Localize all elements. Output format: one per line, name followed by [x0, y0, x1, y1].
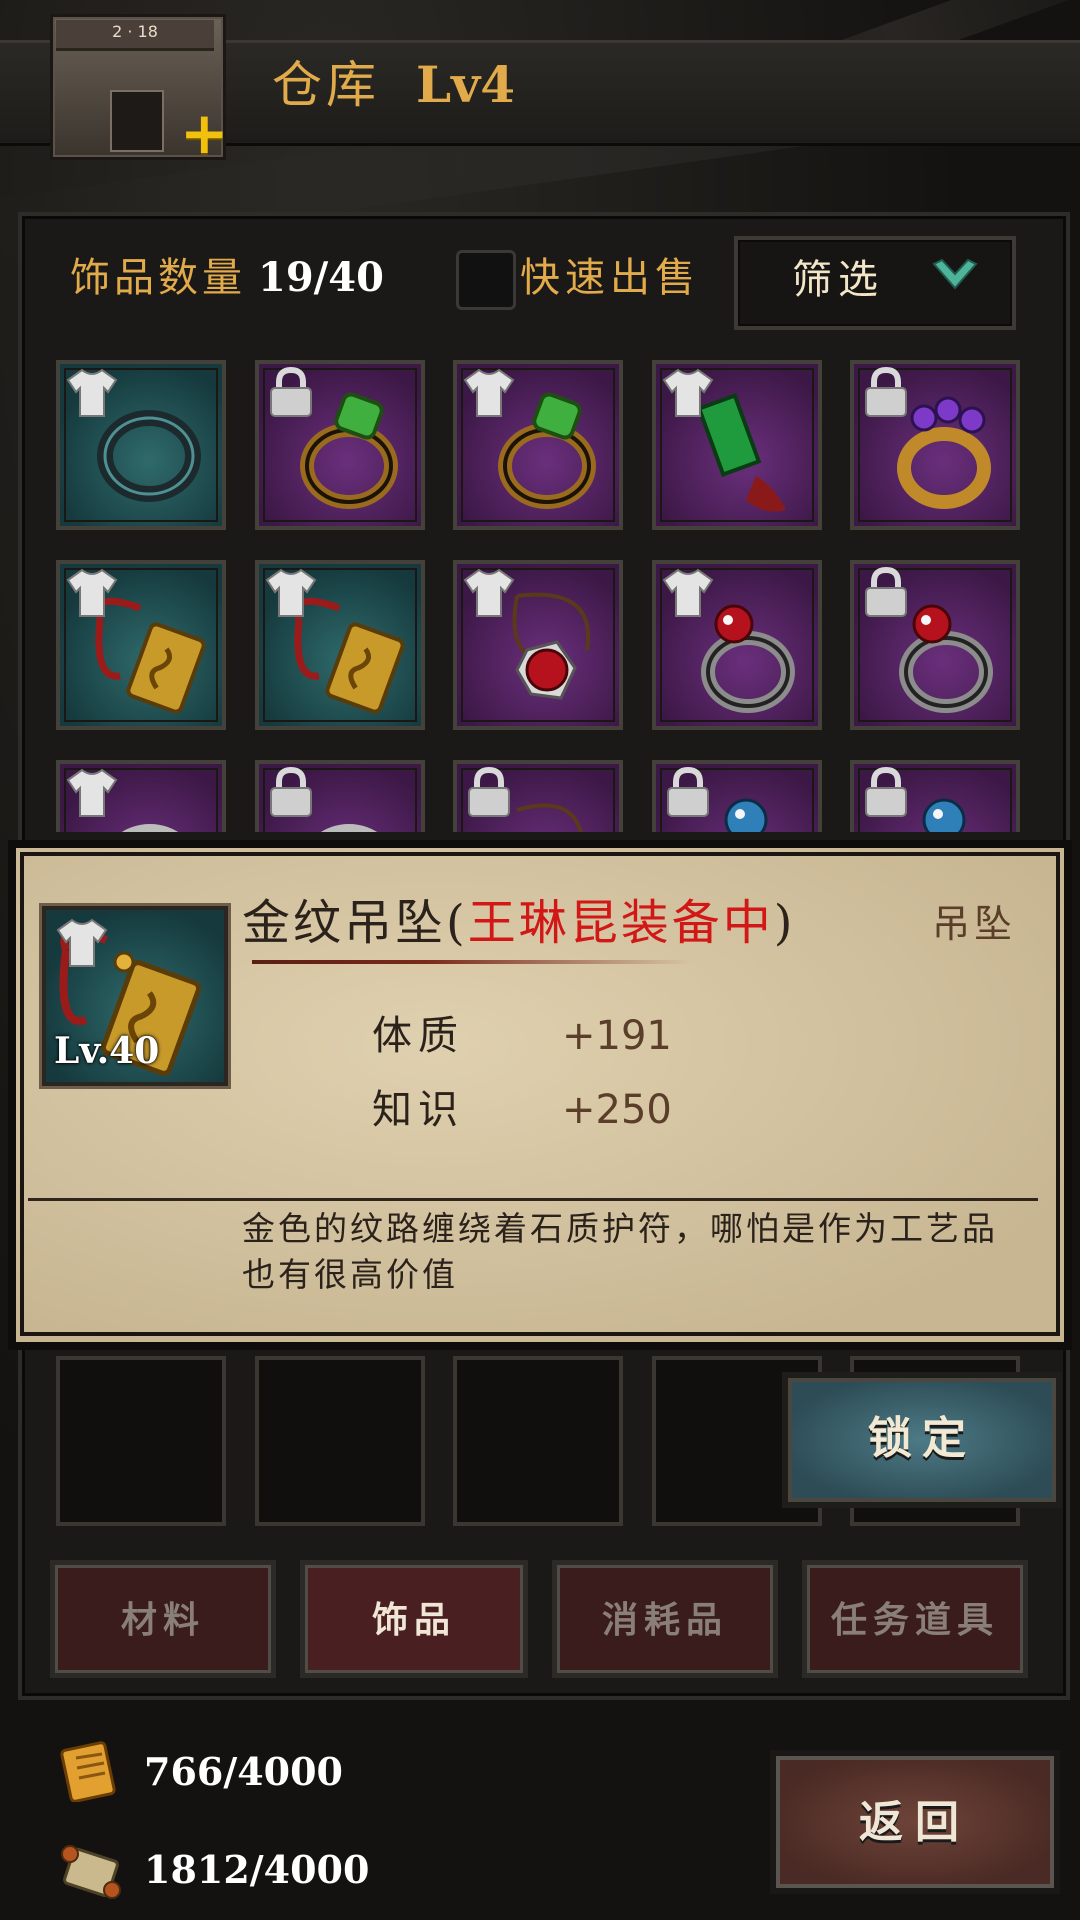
- item-name-text: 金纹吊坠: [242, 895, 447, 951]
- description-divider: [28, 1198, 1038, 1201]
- item-slot[interactable]: [56, 760, 226, 832]
- item-slot[interactable]: [850, 760, 1020, 832]
- paren-open: (: [446, 895, 468, 951]
- item-slot[interactable]: [651, 760, 822, 832]
- lock-icon: [865, 766, 907, 817]
- shirt-icon: [463, 368, 515, 417]
- tab-quest-items-label: 任务道具: [830, 1599, 999, 1641]
- quick-sell-label[interactable]: 快速出售: [520, 248, 700, 308]
- item-slot[interactable]: [651, 360, 822, 530]
- item-type: 吊坠: [932, 902, 1017, 946]
- item-slot[interactable]: [850, 360, 1020, 530]
- equipped-status: 王琳昆装备中: [467, 895, 774, 951]
- item-name: 金纹吊坠(王琳昆装备中): [242, 888, 796, 958]
- building-sign: 2 · 18: [112, 22, 158, 41]
- empty-item-slot[interactable]: [453, 1356, 623, 1526]
- lock-icon: [666, 766, 709, 817]
- item-level: Lv.40: [54, 1030, 160, 1072]
- lock-icon: [269, 766, 312, 817]
- tab-accessories-label: 饰品: [371, 1599, 456, 1641]
- item-slot[interactable]: [254, 760, 425, 832]
- stat-name-constitution: 体质: [372, 1013, 464, 1059]
- empty-item-slot[interactable]: [254, 1356, 425, 1526]
- building-door: [110, 90, 164, 152]
- tab-materials-label: 材料: [120, 1599, 205, 1641]
- empty-item-slot[interactable]: [56, 1356, 226, 1526]
- item-slot[interactable]: [56, 360, 226, 530]
- stat-value-knowledge: +250: [562, 1087, 672, 1133]
- quick-sell-checkbox[interactable]: [456, 250, 516, 310]
- stat-name-knowledge: 知识: [372, 1087, 464, 1133]
- filter-label: 筛选: [792, 257, 884, 303]
- name-underline: [252, 960, 692, 964]
- lock-icon: [269, 366, 312, 417]
- shirt-icon: [56, 918, 108, 967]
- item-slot[interactable]: [453, 360, 623, 530]
- shirt-icon: [662, 368, 713, 417]
- lock-icon: [865, 566, 907, 617]
- plus-icon[interactable]: +: [180, 104, 229, 162]
- warehouse-level: Lv4: [416, 55, 515, 114]
- stat-value-constitution: +191: [562, 1013, 672, 1059]
- item-grid: [56, 360, 1036, 832]
- shirt-icon: [662, 568, 713, 617]
- resource-value-2: 1812/4000: [144, 1847, 370, 1892]
- page-title: 仓库: [272, 56, 380, 114]
- shirt-icon: [66, 568, 118, 617]
- item-slot[interactable]: [453, 560, 623, 730]
- accessory-count-value: 19/40: [258, 254, 384, 301]
- item-slot[interactable]: [453, 760, 623, 832]
- item-slot[interactable]: [254, 360, 425, 530]
- scroll-gold-icon: [60, 1741, 116, 1802]
- shirt-icon: [66, 368, 118, 417]
- lock-icon: [468, 766, 510, 817]
- item-slot[interactable]: [651, 560, 822, 730]
- return-button-label: 返回: [859, 1797, 971, 1848]
- chevron-down-icon: [932, 258, 978, 290]
- resource-value-1: 766/4000: [144, 1749, 343, 1794]
- scroll-map-icon: [61, 1845, 121, 1899]
- shirt-icon: [66, 768, 118, 817]
- item-slot[interactable]: [56, 560, 226, 730]
- shirt-icon: [265, 568, 316, 617]
- shirt-icon: [463, 568, 515, 617]
- accessory-count-label: 饰品数量: [70, 255, 246, 301]
- item-slot[interactable]: [850, 560, 1020, 730]
- tab-consumables-label: 消耗品: [601, 1599, 728, 1641]
- lock-button-label: 锁定: [868, 1413, 976, 1464]
- lock-icon: [865, 366, 907, 417]
- item-slot[interactable]: [254, 560, 425, 730]
- paren-close: ): [773, 895, 796, 951]
- item-description: 金色的纹路缠绕着石质护符，哪怕是作为工艺品也有很高价值: [242, 1209, 998, 1294]
